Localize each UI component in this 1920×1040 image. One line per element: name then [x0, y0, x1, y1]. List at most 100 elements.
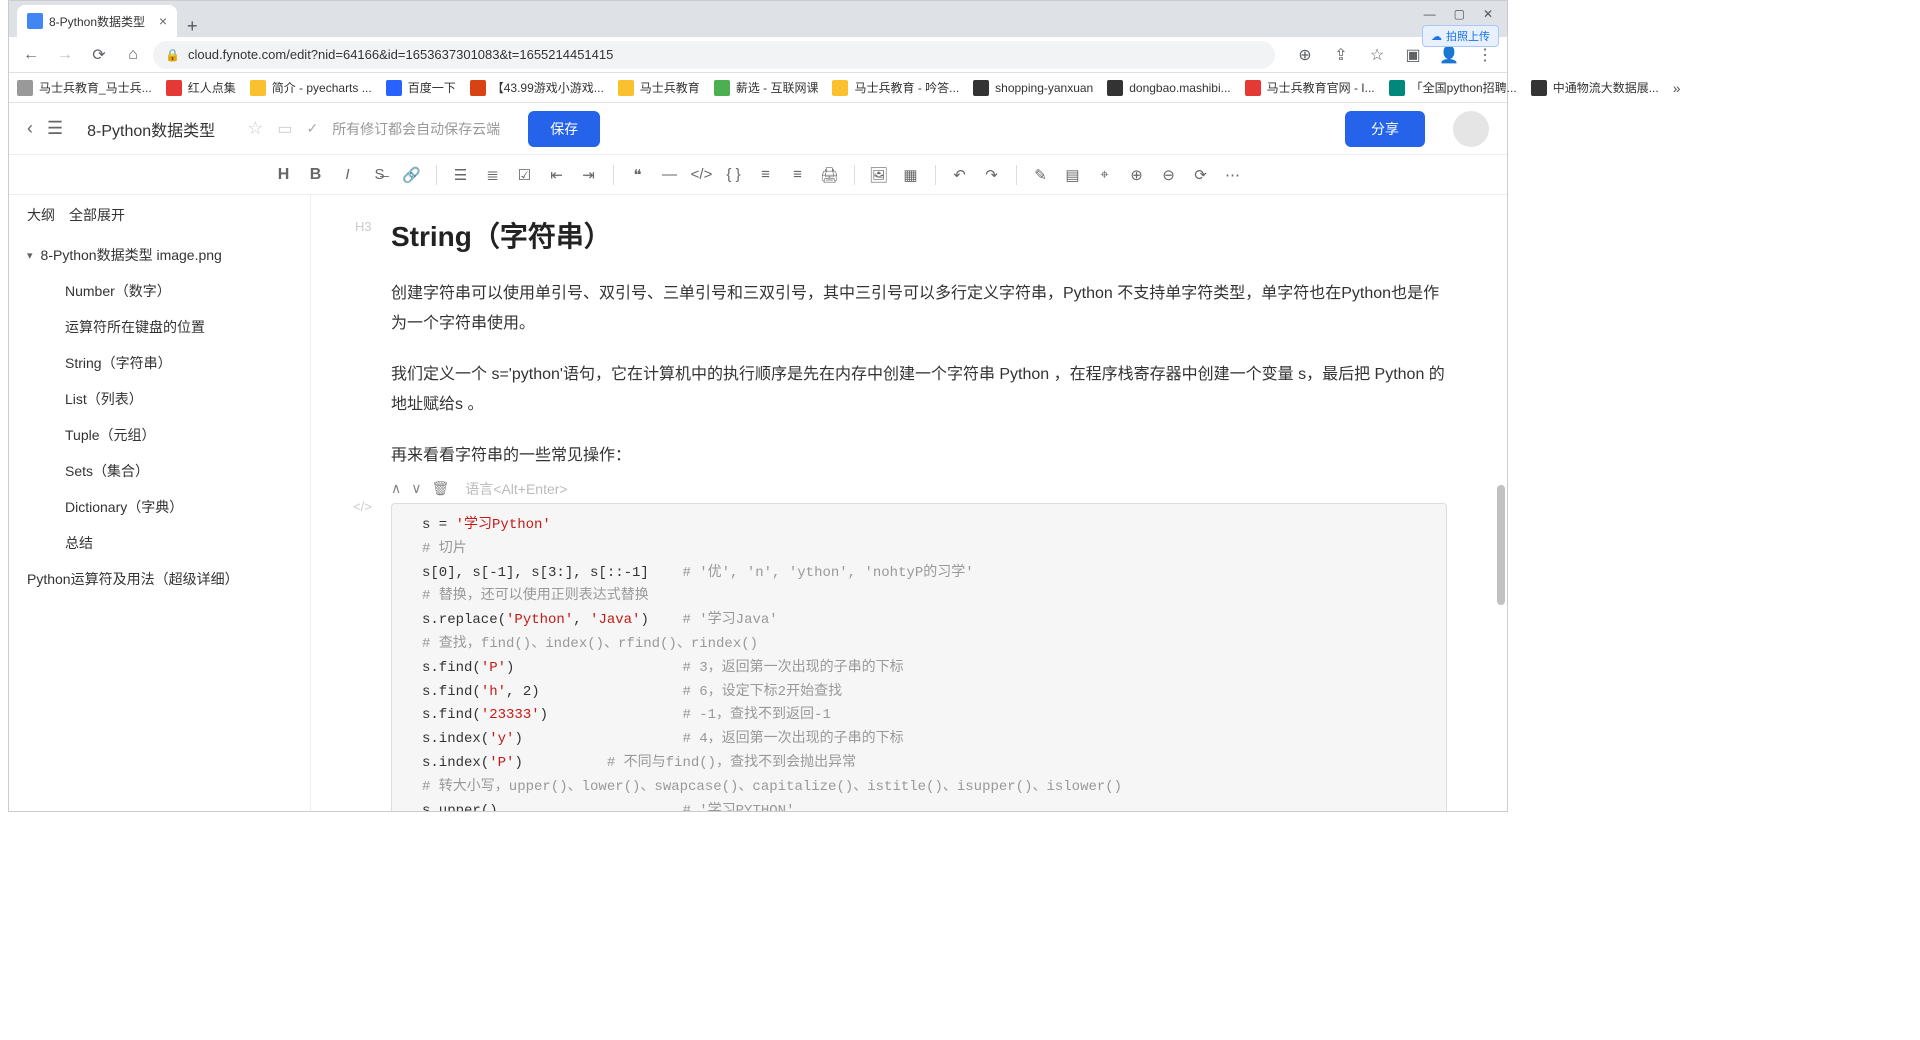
share-button[interactable]: 分享: [1345, 111, 1425, 147]
browser-tab[interactable]: 8-Python数据类型 ×: [17, 5, 177, 37]
align-right-button[interactable]: ≡: [784, 161, 812, 189]
language-selector[interactable]: 语言<Alt+Enter>: [465, 479, 567, 499]
tab-close-icon[interactable]: ×: [159, 13, 167, 29]
bookmark-item[interactable]: 【43.99游戏小游戏...: [470, 79, 604, 96]
print-button[interactable]: 🖨: [816, 161, 844, 189]
bookmark-item[interactable]: 简介 - pyecharts ...: [250, 79, 372, 96]
zoom-icon[interactable]: ⊕: [1291, 41, 1319, 69]
back-arrow-icon[interactable]: ‹: [27, 118, 33, 139]
save-button[interactable]: 保存: [528, 111, 600, 147]
new-tab-button[interactable]: +: [177, 16, 208, 37]
heading-button[interactable]: H: [270, 161, 298, 189]
outline-tab[interactable]: 大纲: [27, 205, 55, 225]
image-button[interactable]: 🖼: [865, 161, 893, 189]
outline-item[interactable]: Python运算符及用法（超级详细）: [9, 561, 310, 597]
scrollbar-thumb[interactable]: [1497, 485, 1505, 605]
editor-content[interactable]: H3 String（字符串） 创建字符串可以使用单引号、双引号、三单引号和三双引…: [311, 195, 1507, 811]
outline-item[interactable]: 总结: [9, 525, 310, 561]
check-icon: ✓: [306, 120, 318, 137]
hr-button[interactable]: —: [656, 161, 684, 189]
quote-button[interactable]: ❝: [624, 161, 652, 189]
forward-button[interactable]: →: [51, 41, 79, 69]
outline-label: Python运算符及用法（超级详细）: [27, 569, 239, 589]
bookmark-favicon: [250, 80, 266, 96]
window-minimize-icon[interactable]: —: [1424, 7, 1436, 21]
bookmark-item[interactable]: shopping-yanxuan: [973, 80, 1093, 96]
bookmark-item[interactable]: 薪选 - 互联网课: [714, 79, 819, 96]
bookmark-favicon: [1389, 80, 1405, 96]
table-button[interactable]: ▦: [897, 161, 925, 189]
checklist-button[interactable]: ☑: [511, 161, 539, 189]
reload-button[interactable]: ⟳: [85, 41, 113, 69]
more-button[interactable]: ⋯: [1219, 161, 1247, 189]
bookmark-item[interactable]: 马士兵教育 - 吟答...: [832, 79, 959, 96]
outline-item[interactable]: String（字符串）: [9, 345, 310, 381]
tab-favicon: [27, 13, 43, 29]
folder-icon[interactable]: ▭: [277, 119, 292, 139]
outdent-button[interactable]: ⇤: [543, 161, 571, 189]
expand-all-tab[interactable]: 全部展开: [69, 205, 125, 225]
undo-button[interactable]: ↶: [946, 161, 974, 189]
outline-item[interactable]: ▾ 8-Python数据类型 image.png: [9, 237, 310, 273]
strike-button[interactable]: S̶: [366, 161, 394, 189]
redo-button[interactable]: ↷: [978, 161, 1006, 189]
move-up-icon[interactable]: ∧: [391, 480, 401, 497]
locate-button[interactable]: ⌖: [1091, 161, 1119, 189]
outline-item[interactable]: Sets（集合）: [9, 453, 310, 489]
bookmark-label: 薪选 - 互联网课: [736, 79, 819, 96]
url-text: cloud.fynote.com/edit?nid=64166&id=16536…: [188, 47, 613, 62]
outline-item[interactable]: Tuple（元组）: [9, 417, 310, 453]
window-maximize-icon[interactable]: ▢: [1454, 7, 1465, 21]
hamburger-icon[interactable]: ☰: [47, 118, 63, 139]
outline-item[interactable]: Number（数字）: [9, 273, 310, 309]
avatar[interactable]: [1453, 111, 1489, 147]
bold-button[interactable]: B: [302, 161, 330, 189]
bookmark-label: 中通物流大数据展...: [1553, 79, 1659, 96]
url-box[interactable]: 🔒 cloud.fynote.com/edit?nid=64166&id=165…: [153, 41, 1275, 69]
outline-item[interactable]: List（列表）: [9, 381, 310, 417]
share-icon[interactable]: ⇪: [1327, 41, 1355, 69]
bookmark-item[interactable]: 马士兵教育: [618, 79, 700, 96]
move-down-icon[interactable]: ∨: [411, 480, 421, 497]
italic-button[interactable]: I: [334, 161, 362, 189]
code-block[interactable]: s = '学习Python' # 切片 s[0], s[-1], s[3:], …: [391, 503, 1447, 811]
bookmark-item[interactable]: 马士兵教育官网 - I...: [1245, 79, 1375, 96]
code-block-button[interactable]: { }: [720, 161, 748, 189]
bookmark-item[interactable]: 中通物流大数据展...: [1531, 79, 1659, 96]
zoom-out-button[interactable]: ⊖: [1155, 161, 1183, 189]
note-button[interactable]: ▤: [1059, 161, 1087, 189]
bookmark-label: 马士兵教育_马士兵...: [39, 79, 152, 96]
bullet-list-button[interactable]: ☰: [447, 161, 475, 189]
outline-label: Sets（集合）: [65, 461, 149, 481]
outline-label: 8-Python数据类型 image.png: [41, 245, 222, 265]
outline-item[interactable]: 运算符所在键盘的位置: [9, 309, 310, 345]
chevron-down-icon: ▾: [27, 249, 33, 262]
bookmark-item[interactable]: 百度一下: [386, 79, 456, 96]
bookmark-item[interactable]: 红人点集: [166, 79, 236, 96]
upload-widget[interactable]: ☁ 拍照上传: [1422, 25, 1499, 47]
zoom-in-button[interactable]: ⊕: [1123, 161, 1151, 189]
editor-toolbar: H B I S̶ 🔗 ☰ ≣ ☑ ⇤ ⇥ ❝ — </> { } ≡ ≡ 🖨 🖼…: [9, 155, 1507, 195]
home-button[interactable]: ⌂: [119, 41, 147, 69]
window-close-icon[interactable]: ✕: [1483, 7, 1493, 21]
bookmark-item[interactable]: 马士兵教育_马士兵...: [17, 79, 152, 96]
bookmark-label: 百度一下: [408, 79, 456, 96]
bookmark-label: 马士兵教育 - 吟答...: [854, 79, 959, 96]
delete-icon[interactable]: 🗑: [432, 480, 450, 497]
bookmark-favicon: [470, 80, 486, 96]
favorite-icon[interactable]: ☆: [247, 118, 263, 139]
refresh-button[interactable]: ⟳: [1187, 161, 1215, 189]
align-left-button[interactable]: ≡: [752, 161, 780, 189]
indent-button[interactable]: ⇥: [575, 161, 603, 189]
bookmark-label: shopping-yanxuan: [995, 81, 1093, 95]
back-button[interactable]: ←: [17, 41, 45, 69]
outline-item[interactable]: Dictionary（字典）: [9, 489, 310, 525]
bookmark-overflow-icon[interactable]: »: [1673, 80, 1681, 96]
ordered-list-button[interactable]: ≣: [479, 161, 507, 189]
link-button[interactable]: 🔗: [398, 161, 426, 189]
pen-button[interactable]: ✎: [1027, 161, 1055, 189]
bookmark-item[interactable]: dongbao.mashibi...: [1107, 80, 1230, 96]
star-icon[interactable]: ☆: [1363, 41, 1391, 69]
bookmark-item[interactable]: 「全国python招聘...: [1389, 79, 1517, 96]
code-inline-button[interactable]: </>: [688, 161, 716, 189]
